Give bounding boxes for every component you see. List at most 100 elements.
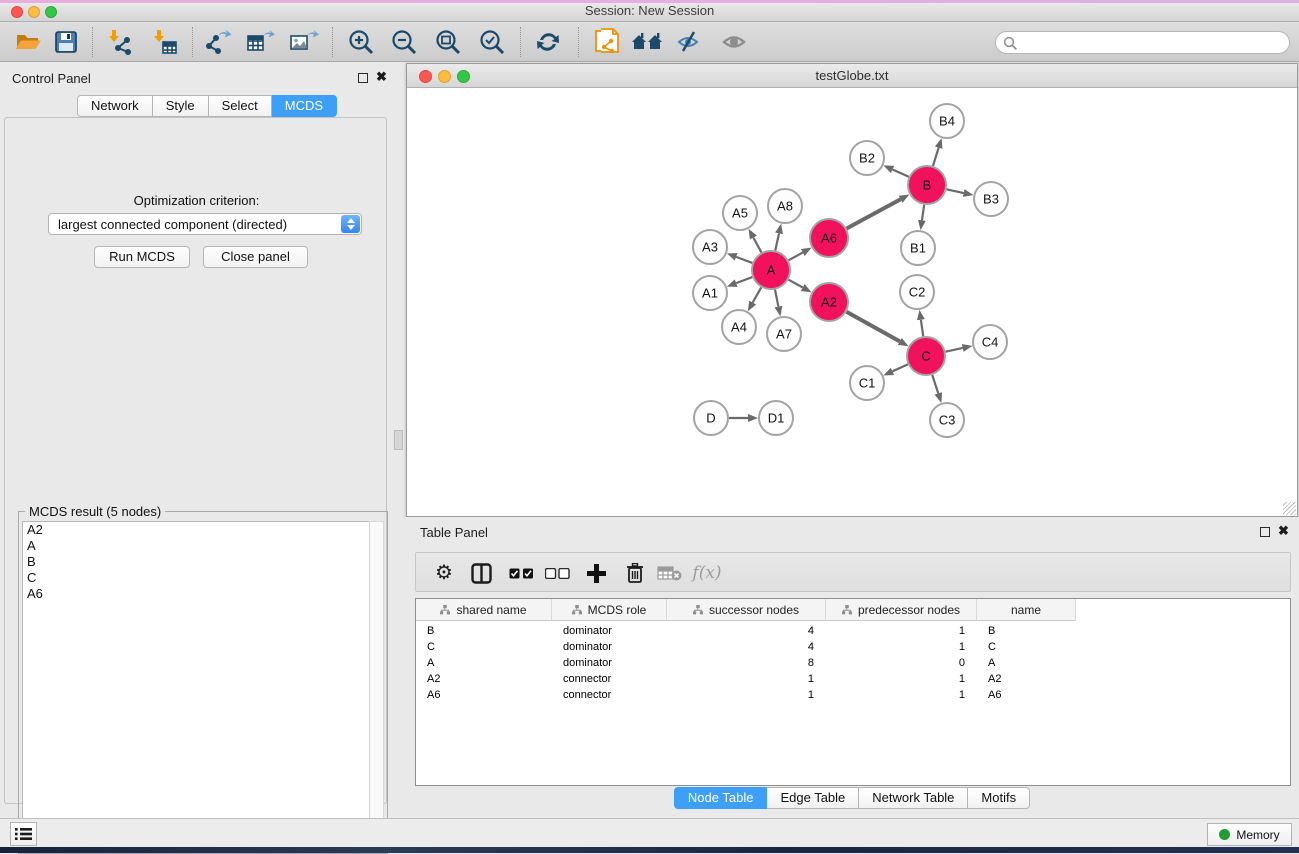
edge-C-C1[interactable]: [892, 364, 907, 371]
cell-MCDS-role[interactable]: dominator: [552, 655, 667, 671]
export-network-icon[interactable]: [201, 26, 235, 58]
node-A3[interactable]: A3: [693, 230, 727, 264]
tab-network-table[interactable]: Network Table: [859, 787, 968, 809]
float-table-panel-icon[interactable]: [1260, 527, 1270, 537]
function-icon[interactable]: f(x): [688, 558, 726, 588]
edge-A-A4[interactable]: [753, 287, 762, 302]
edge-A-A8[interactable]: [775, 233, 779, 250]
node-B4[interactable]: B4: [930, 104, 964, 138]
column-header-shared-name[interactable]: shared name: [416, 599, 552, 621]
tab-node-table[interactable]: Node Table: [674, 787, 768, 809]
edge-A-A1[interactable]: [736, 277, 752, 283]
table-row[interactable]: A2connector11A2: [416, 671, 1076, 687]
result-item[interactable]: A2: [23, 522, 369, 538]
result-item[interactable]: A: [23, 538, 369, 554]
tab-edge-table[interactable]: Edge Table: [767, 787, 859, 809]
cell-shared-name[interactable]: B: [416, 623, 552, 639]
cell-successor-nodes[interactable]: 1: [667, 687, 826, 703]
home-network-icon[interactable]: [630, 26, 664, 58]
task-history-button[interactable]: [10, 822, 37, 846]
memory-button[interactable]: Memory: [1207, 823, 1292, 846]
result-list-scrollbar[interactable]: [369, 521, 384, 851]
column-header-MCDS-role[interactable]: MCDS role: [552, 599, 667, 621]
edge-A-A6[interactable]: [789, 252, 803, 260]
cell-MCDS-role[interactable]: connector: [552, 687, 667, 703]
node-B1[interactable]: B1: [901, 231, 935, 265]
node-A8[interactable]: A8: [768, 189, 802, 223]
cell-shared-name[interactable]: A6: [416, 687, 552, 703]
result-item[interactable]: B: [23, 554, 369, 570]
close-panel-icon[interactable]: ✖: [376, 69, 387, 85]
cell-predecessor-nodes[interactable]: 1: [826, 671, 977, 687]
edge-A6-B[interactable]: [847, 199, 901, 228]
node-A1[interactable]: A1: [693, 276, 727, 310]
table-row[interactable]: A6connector11A6: [416, 687, 1076, 703]
column-header-successor-nodes[interactable]: successor nodes: [667, 599, 826, 621]
edge-B-B1[interactable]: [922, 205, 924, 220]
node-A5[interactable]: A5: [723, 196, 757, 230]
cell-shared-name[interactable]: A2: [416, 671, 552, 687]
cell-MCDS-role[interactable]: dominator: [552, 623, 667, 639]
import-table-icon[interactable]: [148, 26, 182, 58]
zoom-in-icon[interactable]: [344, 26, 378, 58]
cell-shared-name[interactable]: A: [416, 655, 552, 671]
edge-B-B3[interactable]: [947, 189, 964, 193]
network-close-button[interactable]: [419, 70, 432, 83]
network-minimize-button[interactable]: [438, 70, 451, 83]
column-header-predecessor-nodes[interactable]: predecessor nodes: [826, 599, 977, 621]
tab-style[interactable]: Style: [153, 95, 209, 117]
column-header-name[interactable]: name: [977, 599, 1076, 621]
edge-B-B2[interactable]: [893, 169, 909, 176]
cell-successor-nodes[interactable]: 1: [667, 671, 826, 687]
search-input[interactable]: [1022, 33, 1282, 52]
edge-A-A3[interactable]: [736, 257, 752, 263]
node-C[interactable]: C: [907, 337, 945, 375]
tab-motifs[interactable]: Motifs: [968, 787, 1030, 809]
tab-mcds[interactable]: MCDS: [272, 95, 337, 117]
cell-name[interactable]: A2: [977, 671, 1076, 687]
zoom-out-icon[interactable]: [387, 26, 421, 58]
tab-network[interactable]: Network: [77, 95, 153, 117]
node-B3[interactable]: B3: [974, 182, 1008, 216]
edge-C-C3[interactable]: [932, 375, 938, 393]
cell-name[interactable]: A: [977, 655, 1076, 671]
node-C2[interactable]: C2: [900, 275, 934, 309]
table-row[interactable]: Cdominator41C: [416, 639, 1076, 655]
cell-predecessor-nodes[interactable]: 0: [826, 655, 977, 671]
search-field[interactable]: [995, 31, 1290, 54]
network-canvas[interactable]: B4B2BB3A8A5A6A3B1AA1C2A2A4A7C4CC1C3DD1: [407, 88, 1297, 516]
edge-A-A7[interactable]: [775, 290, 778, 307]
gear-icon[interactable]: ⚙: [429, 558, 459, 588]
deselect-all-icon[interactable]: [542, 558, 572, 588]
node-D[interactable]: D: [694, 401, 728, 435]
close-window-button[interactable]: [11, 6, 23, 18]
float-panel-icon[interactable]: [358, 73, 368, 83]
select-all-icon[interactable]: [506, 558, 536, 588]
cell-MCDS-role[interactable]: connector: [552, 671, 667, 687]
export-image-icon[interactable]: [287, 26, 321, 58]
node-D1[interactable]: D1: [759, 401, 793, 435]
node-C1[interactable]: C1: [850, 366, 884, 400]
criterion-dropdown[interactable]: largest connected component (directed): [48, 213, 362, 235]
node-A[interactable]: A: [752, 251, 790, 289]
cell-name[interactable]: C: [977, 639, 1076, 655]
open-folder-icon[interactable]: [11, 26, 45, 58]
zoom-fit-icon[interactable]: [431, 26, 465, 58]
cell-shared-name[interactable]: C: [416, 639, 552, 655]
edge-A-A2[interactable]: [789, 280, 803, 288]
show-details-icon[interactable]: [718, 26, 752, 58]
new-network-icon[interactable]: [590, 26, 624, 58]
edge-C-C2[interactable]: [921, 320, 923, 336]
cell-name[interactable]: B: [977, 623, 1076, 639]
cell-successor-nodes[interactable]: 4: [667, 639, 826, 655]
hide-details-icon[interactable]: [673, 26, 707, 58]
node-C3[interactable]: C3: [930, 403, 964, 437]
node-C4[interactable]: C4: [973, 325, 1007, 359]
save-icon[interactable]: [49, 26, 83, 58]
cell-successor-nodes[interactable]: 8: [667, 655, 826, 671]
network-zoom-button[interactable]: [457, 70, 470, 83]
node-B[interactable]: B: [908, 166, 946, 204]
node-A2[interactable]: A2: [810, 283, 848, 321]
delete-table-icon[interactable]: [654, 558, 684, 588]
cell-predecessor-nodes[interactable]: 1: [826, 687, 977, 703]
